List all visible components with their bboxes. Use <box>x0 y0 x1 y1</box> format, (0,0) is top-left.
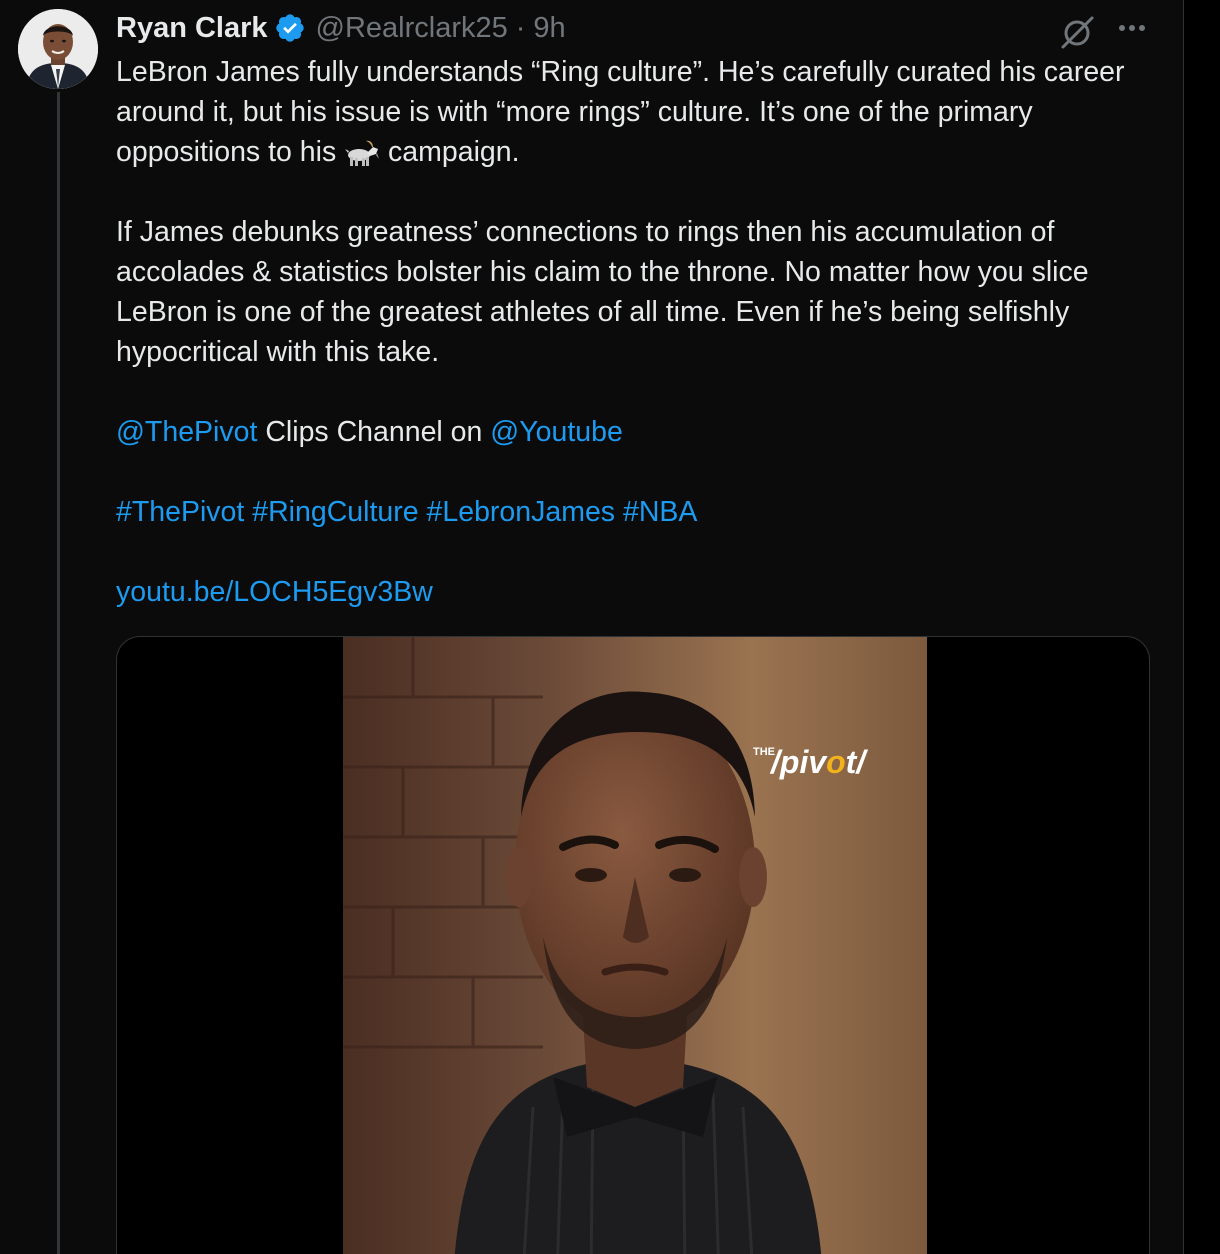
mention-thepivot[interactable]: @ThePivot <box>116 416 257 448</box>
header-separator: · <box>515 11 526 44</box>
right-gutter <box>1184 0 1220 1254</box>
pivot-logo: /pivot/ <box>769 744 868 780</box>
logo-text-o: o <box>826 744 846 780</box>
youtube-link[interactable]: youtu.be/LOCH5Egv3Bw <box>116 576 433 608</box>
hashtag[interactable]: #NBA <box>623 496 697 528</box>
video-frame: THE /pivot/ <box>343 637 927 1254</box>
paragraph-1-tail: campaign. <box>380 136 520 168</box>
avatar-image <box>18 9 98 89</box>
goat-emoji-icon <box>345 140 380 166</box>
hashtags-line: #ThePivot #RingCulture #LebronJames #NBA <box>116 492 1166 532</box>
timestamp[interactable]: 9h <box>533 12 565 45</box>
tweet-paragraph-2: If James debunks greatness’ connections … <box>116 216 1089 368</box>
video-player[interactable]: THE /pivot/ <box>343 637 927 1254</box>
grok-icon[interactable] <box>1058 12 1098 52</box>
more-icon[interactable] <box>1112 12 1152 48</box>
tweet-paragraph-1: LeBron James fully understands “Ring cul… <box>116 52 1166 172</box>
verified-badge-icon[interactable] <box>274 12 306 44</box>
hashtag[interactable]: #ThePivot <box>116 496 244 528</box>
paragraph-1-text: LeBron James fully understands “Ring cul… <box>116 56 1125 168</box>
link-line: youtu.be/LOCH5Egv3Bw <box>116 572 1166 612</box>
thread-line <box>57 92 60 1254</box>
author-handle[interactable]: @Realrclark25 <box>316 12 508 45</box>
media-card[interactable]: THE /pivot/ <box>116 636 1150 1254</box>
avatar[interactable] <box>18 9 98 89</box>
logo-text-part-2: t/ <box>846 744 869 780</box>
hashtag[interactable]: #RingCulture <box>252 496 418 528</box>
tweet-view: Ryan Clark @Realrclark25 · 9h LeBron Jam… <box>0 0 1220 1254</box>
hashtag[interactable]: #LebronJames <box>427 496 616 528</box>
mention-youtube[interactable]: @Youtube <box>490 416 623 448</box>
logo-text-part-1: /piv <box>769 744 828 780</box>
mentions-text: Clips Channel on <box>257 416 491 448</box>
author-name[interactable]: Ryan Clark <box>116 12 268 45</box>
mentions-line: @ThePivot Clips Channel on @Youtube <box>116 412 1166 452</box>
tweet-text: LeBron James fully understands “Ring cul… <box>116 52 1166 612</box>
tweet-header: Ryan Clark @Realrclark25 · 9h <box>116 8 566 48</box>
